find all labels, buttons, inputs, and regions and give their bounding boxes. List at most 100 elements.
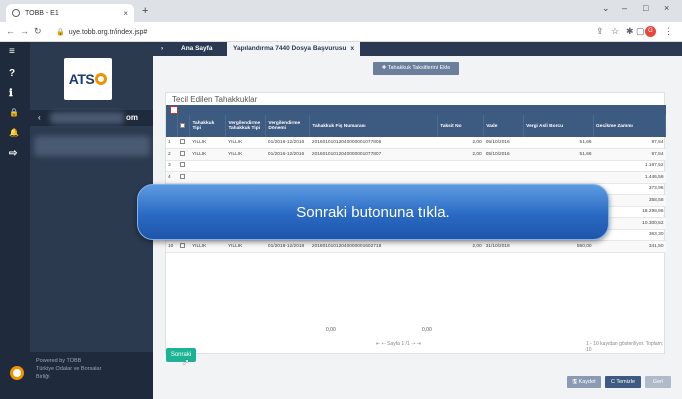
url-field[interactable]: 🔒 uye.tobb.org.tr/index.jsp#	[56, 25, 186, 39]
table-cell: YILLIK	[189, 137, 226, 149]
table-cell: 97,54	[593, 137, 666, 149]
total-a: 0,00	[326, 327, 336, 333]
next-button[interactable]: Sonraki	[166, 348, 196, 362]
table-cell: YILLIK	[189, 240, 226, 253]
table-cell	[523, 171, 594, 184]
table-row[interactable]: 3 1.187,52	[166, 160, 666, 172]
table-cell	[189, 160, 226, 172]
table-cell: 20160101012040000001077806	[309, 137, 438, 149]
tab-home[interactable]: Ana Sayfa	[181, 42, 212, 56]
table-cell: 1.187,52	[593, 160, 666, 172]
callout-text: Sonraki butonuna tıkla.	[296, 203, 450, 221]
tobb-logo-icon	[10, 366, 24, 380]
info-icon[interactable]: ℹ	[9, 88, 13, 99]
table-cell	[309, 160, 438, 172]
totals-row: 0,00 0,00	[166, 325, 666, 335]
tab-favicon-icon	[12, 9, 20, 17]
table-row[interactable]: 2 YILLIK YILLIK 01/2016-12/2016 201601010120…	[166, 148, 666, 161]
table-cell: 1	[166, 137, 178, 149]
tab-yapilandirma[interactable]: Yapılandırma 7440 Dosya Başvurusu x	[227, 42, 361, 56]
table-cell: 3	[166, 160, 178, 172]
table-row[interactable]: 10 YILLIK YILLIK 01/2018-12/2018 20180101012…	[166, 240, 666, 253]
logout-icon[interactable]: ⇨	[9, 148, 17, 159]
row-checkbox-cell	[177, 171, 190, 184]
tab-close-icon[interactable]: x	[350, 45, 354, 52]
excel-export-icon[interactable]	[170, 106, 178, 114]
row-checkbox[interactable]	[179, 242, 185, 248]
table-cell: 31/10/2018	[483, 240, 524, 253]
redacted-user-name	[50, 112, 124, 124]
row-checkbox[interactable]	[179, 150, 185, 156]
table-cell: 05/10/2016	[483, 137, 524, 149]
icon-rail: ≡ ? ℹ 🔒 🔔 ⇨	[0, 42, 30, 399]
sidebar: ATS ‹ om Powered by TOBB Türkiye Odalar …	[30, 42, 153, 399]
lock-icon[interactable]: 🔒	[9, 108, 19, 117]
reload-icon[interactable]: ↻	[34, 26, 42, 37]
window-close-button[interactable]: ×	[664, 3, 669, 13]
logo-ring-icon	[95, 73, 108, 85]
table-cell: YILLIK	[225, 137, 266, 149]
extensions-icon[interactable]: ✱	[626, 26, 634, 37]
select-all-checkbox[interactable]	[180, 122, 186, 128]
browser-tab-strip: TOBB - E1 × + ⌄ – □ ×	[0, 0, 682, 22]
table-cell: 01/2018-12/2018	[265, 240, 310, 253]
table-cell	[483, 160, 524, 172]
bell-icon[interactable]: 🔔	[9, 128, 19, 137]
table-cell	[437, 160, 484, 172]
table-cell	[523, 160, 594, 172]
pager-controls[interactable]: ⇤ ⇠ Sayfa 1 /1 ⇢ ⇥	[376, 341, 421, 347]
footer-line: Türkiye Odalar ve Borsalar	[36, 366, 102, 372]
chevron-left-icon: ‹	[38, 113, 41, 122]
row-checkbox-cell	[177, 137, 190, 149]
table-cell: 51,66	[523, 137, 594, 149]
clear-button[interactable]: C Temizle	[605, 376, 641, 388]
table-cell: 01/2016-12/2016	[265, 137, 310, 149]
table-row[interactable]: 4 1.446,59	[166, 171, 666, 184]
table-cell	[225, 171, 266, 184]
table-cell: 05/10/2016	[483, 148, 524, 161]
sidebar-footer: Powered by TOBB Türkiye Odalar ve Borsal…	[30, 352, 153, 399]
column-header: Vergilendirme Dönemi	[265, 115, 311, 137]
tab-search-icon[interactable]: ⌄	[602, 3, 610, 14]
tab-close-icon[interactable]: ×	[123, 9, 128, 18]
table-cell: 20180101012040000001602718	[309, 240, 438, 253]
table-row[interactable]: 1 YILLIK YILLIK 01/2016-12/2016 201601010120…	[166, 137, 666, 149]
row-checkbox[interactable]	[179, 162, 185, 168]
back-icon[interactable]: ←	[6, 26, 15, 36]
minimize-button[interactable]: –	[622, 3, 627, 13]
profile-avatar[interactable]: G	[645, 26, 656, 37]
table-cell: 550,00	[523, 240, 594, 253]
row-checkbox[interactable]	[179, 139, 185, 144]
panel-title: Tecil Edilen Tahakkuklar	[172, 95, 258, 104]
table-cell	[483, 171, 524, 184]
sidepanel-icon[interactable]: ▢	[636, 26, 645, 37]
column-header: Vade	[483, 115, 525, 137]
table-cell: 4	[166, 171, 178, 184]
table-cell	[265, 171, 310, 184]
table-cell: 341,50	[593, 240, 666, 253]
column-header: Vergi Asli Borcu	[523, 115, 595, 137]
back-button[interactable]: Geri	[645, 376, 671, 388]
help-icon[interactable]: ?	[9, 68, 15, 79]
table-cell	[309, 171, 438, 184]
browser-tab[interactable]: TOBB - E1 ×	[6, 4, 134, 22]
share-icon[interactable]: ⇪	[596, 26, 604, 37]
sidebar-toggle-icon[interactable]: ›	[161, 42, 163, 56]
user-name: om	[126, 113, 138, 122]
star-icon[interactable]: ☆	[611, 26, 619, 37]
row-checkbox[interactable]	[179, 173, 185, 179]
table-cell: 2,00	[437, 148, 484, 161]
table-cell	[437, 171, 484, 184]
save-button[interactable]: 🖫 Kaydet	[567, 376, 601, 388]
table-cell	[225, 160, 266, 172]
menu-icon[interactable]: ≡	[9, 46, 15, 57]
column-header[interactable]	[177, 115, 191, 137]
forward-icon[interactable]: →	[20, 26, 29, 36]
url-text: uye.tobb.org.tr/index.jsp#	[68, 28, 148, 36]
table-cell: YILLIK	[189, 148, 226, 161]
new-tab-button[interactable]: +	[142, 5, 148, 17]
browser-menu-icon[interactable]: ⋮	[664, 26, 673, 37]
maximize-button[interactable]: □	[643, 3, 648, 13]
table-cell: 1.446,59	[593, 171, 666, 184]
add-installments-button[interactable]: ✚ Tahakkuk Taksitlerini Ekle	[373, 62, 459, 75]
